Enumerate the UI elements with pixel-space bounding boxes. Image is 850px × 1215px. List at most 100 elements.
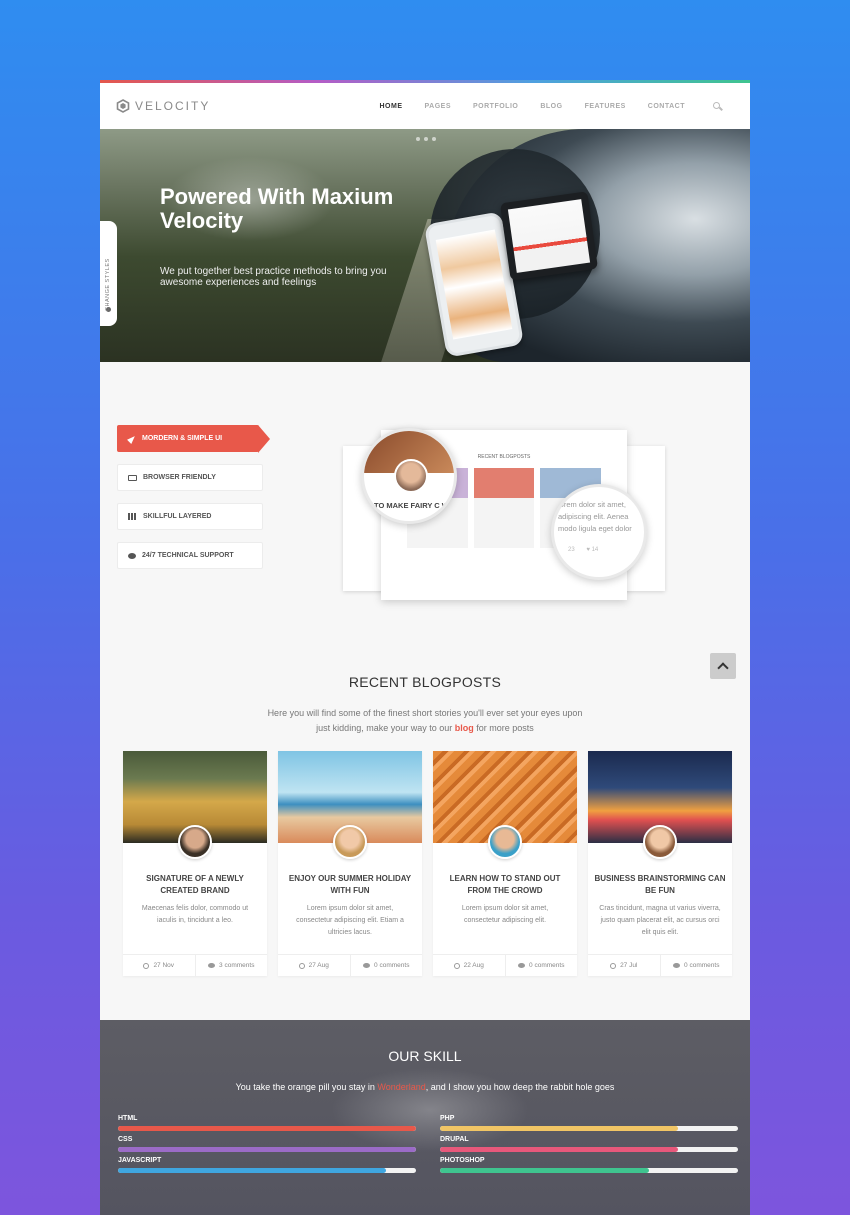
skill-bar-photoshop: PHOTOSHOP bbox=[440, 1157, 738, 1178]
post-excerpt: Lorem ipsum dolor sit amet, consectetur … bbox=[296, 905, 404, 936]
mockup-lens-text: lorem dolor sit amet, adipiscing elit. A… bbox=[558, 500, 632, 533]
skill-label: CSS bbox=[118, 1136, 133, 1143]
skill-label: PHOTOSHOP bbox=[440, 1157, 485, 1164]
mockup-magnifier-right: lorem dolor sit amet, adipiscing elit. A… bbox=[551, 484, 647, 580]
avatar bbox=[333, 825, 367, 859]
post-title[interactable]: SIGNATURE OF A NEWLY CREATED BRAND bbox=[129, 873, 261, 897]
post-date: 27 Jul bbox=[620, 962, 638, 969]
post-excerpt: Cras tincidunt, magna ut varius viverra,… bbox=[599, 905, 721, 936]
blog-card[interactable]: BUSINESS BRAINSTORMING CAN BE FUN Cras t… bbox=[588, 751, 732, 976]
skill-label: DRUPAL bbox=[440, 1136, 469, 1143]
main-nav: HOME PAGES PORTFOLIO BLOG FEATURES CONTA… bbox=[380, 83, 723, 129]
section-description: You take the orange pill you stay in Won… bbox=[235, 1082, 615, 1092]
skill-bar-css: CSS bbox=[118, 1136, 416, 1157]
features-section: MORDERN & SIMPLE UI BROWSER FRIENDLY SKI… bbox=[100, 362, 750, 640]
skill-bars-left: HTML CSS JAVASCRIPT bbox=[118, 1115, 416, 1178]
skill-bar-drupal: DRUPAL bbox=[440, 1136, 738, 1157]
feature-tab-label: 24/7 TECHNICAL SUPPORT bbox=[142, 552, 234, 559]
feature-tab-modern-ui[interactable]: MORDERN & SIMPLE UI bbox=[117, 425, 270, 453]
comment-icon bbox=[363, 963, 371, 968]
comment-icon bbox=[208, 963, 216, 968]
section-title: OUR SKILL bbox=[388, 1048, 462, 1064]
feature-tab-support[interactable]: 24/7 TECHNICAL SUPPORT bbox=[117, 542, 263, 569]
post-title[interactable]: LEARN HOW TO STAND OUT FROM THE CROWD bbox=[439, 873, 571, 897]
chevron-up-icon bbox=[717, 662, 729, 674]
post-title[interactable]: BUSINESS BRAINSTORMING CAN BE FUN bbox=[594, 873, 726, 897]
nav-contact[interactable]: CONTACT bbox=[648, 103, 685, 110]
skill-bar-javascript: JAVASCRIPT bbox=[118, 1157, 416, 1178]
skill-bar-fill bbox=[440, 1168, 649, 1173]
feature-tab-skillful-layered[interactable]: SKILLFUL LAYERED bbox=[117, 503, 263, 530]
skill-label: PHP bbox=[440, 1115, 455, 1122]
clock-icon bbox=[610, 962, 617, 969]
post-comments[interactable]: 0 comments bbox=[374, 962, 409, 969]
avatar bbox=[488, 825, 522, 859]
blog-card[interactable]: LEARN HOW TO STAND OUT FROM THE CROWD Lo… bbox=[433, 751, 577, 976]
logo-text: VELOCITY bbox=[135, 99, 211, 113]
skill-bar-fill bbox=[118, 1147, 416, 1152]
feature-tab-label: BROWSER FRIENDLY bbox=[143, 474, 216, 481]
avatar bbox=[643, 825, 677, 859]
feature-tab-browser-friendly[interactable]: BROWSER FRIENDLY bbox=[117, 464, 263, 491]
hero-title: Powered With Maxium Velocity bbox=[160, 184, 394, 233]
post-meta: 27 Aug 0 comments bbox=[278, 954, 422, 976]
blog-card[interactable]: ENJOY OUR SUMMER HOLIDAY WITH FUN Lorem … bbox=[278, 751, 422, 976]
monitor-icon bbox=[128, 474, 137, 481]
site-header: VELOCITY HOME PAGES PORTFOLIO BLOG FEATU… bbox=[100, 83, 750, 129]
post-meta: 22 Aug 0 comments bbox=[433, 954, 577, 976]
page: VELOCITY HOME PAGES PORTFOLIO BLOG FEATU… bbox=[100, 80, 750, 1215]
logo[interactable]: VELOCITY bbox=[116, 99, 210, 113]
skill-bar-php: PHP bbox=[440, 1115, 738, 1136]
post-comments[interactable]: 3 comments bbox=[219, 962, 254, 969]
blog-card[interactable]: SIGNATURE OF A NEWLY CREATED BRAND Maece… bbox=[123, 751, 267, 976]
feature-tabs: MORDERN & SIMPLE UI BROWSER FRIENDLY SKI… bbox=[117, 425, 270, 581]
skill-bar-fill bbox=[440, 1126, 679, 1131]
feature-mockup-image: RECENT BLOGPOSTS TO MAKE FAIRY C WITH PI… bbox=[343, 428, 665, 605]
hero-subtitle: We put together best practice methods to… bbox=[160, 266, 387, 288]
skill-bar-fill bbox=[440, 1147, 679, 1152]
search-icon[interactable] bbox=[713, 101, 723, 111]
blog-cards: SIGNATURE OF A NEWLY CREATED BRAND Maece… bbox=[123, 751, 732, 976]
section-title: RECENT BLOGPOSTS bbox=[348, 674, 502, 690]
mockup-lens-text: TO MAKE FAIRY C WITH PIXEL bbox=[374, 501, 456, 510]
nav-portfolio[interactable]: PORTFOLIO bbox=[473, 103, 518, 110]
clock-icon bbox=[453, 962, 460, 969]
change-styles-label: CHANGE STYLES bbox=[105, 258, 111, 311]
skill-bar-fill bbox=[118, 1168, 387, 1173]
post-comments[interactable]: 0 comments bbox=[684, 962, 719, 969]
avatar bbox=[394, 459, 428, 493]
hero-slider: Powered With Maxium Velocity We put toge… bbox=[100, 129, 750, 362]
wonderland-link[interactable]: Wonderland bbox=[377, 1082, 425, 1092]
post-meta: 27 Jul 0 comments bbox=[588, 954, 732, 976]
feature-tab-label: MORDERN & SIMPLE UI bbox=[142, 435, 223, 442]
nav-home[interactable]: HOME bbox=[380, 103, 403, 110]
post-date: 27 Nov bbox=[153, 962, 175, 969]
mockup-magnifier-left: TO MAKE FAIRY C WITH PIXEL bbox=[361, 428, 457, 524]
layers-icon bbox=[128, 513, 137, 520]
clock-icon bbox=[143, 962, 150, 969]
comment-icon bbox=[673, 963, 681, 968]
our-skill-section: OUR SKILL You take the orange pill you s… bbox=[100, 1020, 750, 1215]
post-comments[interactable]: 0 comments bbox=[529, 962, 564, 969]
nav-features[interactable]: FEATURES bbox=[585, 103, 626, 110]
skill-label: HTML bbox=[118, 1115, 138, 1122]
post-excerpt: Lorem ipsum dolor sit amet, consectetur … bbox=[461, 905, 549, 924]
chat-icon bbox=[128, 552, 136, 559]
nav-blog[interactable]: BLOG bbox=[540, 103, 562, 110]
post-title[interactable]: ENJOY OUR SUMMER HOLIDAY WITH FUN bbox=[284, 873, 416, 897]
post-date: 22 Aug bbox=[463, 962, 484, 969]
change-styles-tab[interactable]: CHANGE STYLES bbox=[100, 221, 117, 326]
skill-bars-right: PHP DRUPAL PHOTOSHOP bbox=[440, 1115, 738, 1178]
avatar bbox=[178, 825, 212, 859]
nav-pages[interactable]: PAGES bbox=[425, 103, 452, 110]
post-excerpt: Maecenas felis dolor, commodo ut iaculis… bbox=[141, 905, 249, 924]
recent-blogposts-section: RECENT BLOGPOSTS Here you will find some… bbox=[100, 640, 750, 1020]
skill-bar-fill bbox=[118, 1126, 416, 1131]
blog-link[interactable]: blog bbox=[455, 723, 474, 733]
velocity-logo-icon bbox=[116, 99, 130, 113]
slider-dots[interactable] bbox=[416, 137, 436, 141]
section-description: Here you will find some of the finest sh… bbox=[267, 708, 583, 733]
comment-icon bbox=[518, 963, 526, 968]
post-date: 27 Aug bbox=[308, 962, 329, 969]
tablet-mockup bbox=[500, 191, 598, 281]
